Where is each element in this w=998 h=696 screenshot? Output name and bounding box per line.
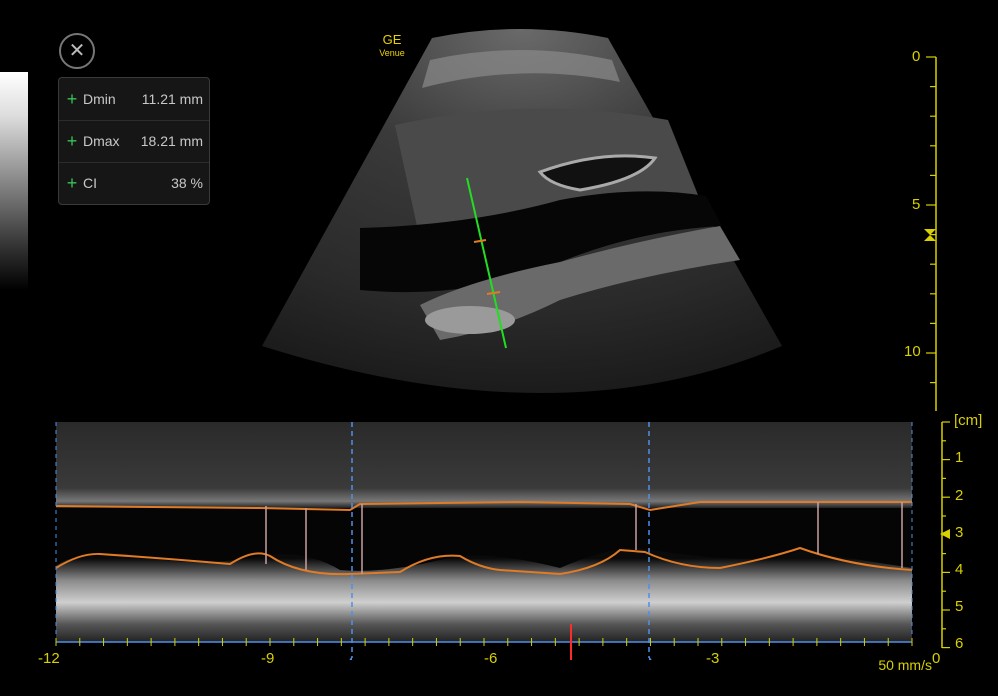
time-label-minus9: -9 bbox=[261, 650, 275, 667]
m-mode-strip[interactable] bbox=[0, 418, 998, 660]
sweep-speed-label: 50 mm/s bbox=[878, 657, 932, 673]
b-mode-image[interactable] bbox=[0, 0, 998, 420]
m-mode-label-5: 5 bbox=[955, 598, 964, 615]
depth-label-10: 10 bbox=[904, 343, 921, 360]
m-mode-label-2: 2 bbox=[955, 487, 964, 504]
depth-label-0: 0 bbox=[912, 48, 921, 65]
depth-label-5: 5 bbox=[912, 196, 921, 213]
m-mode-label-4: 4 bbox=[955, 561, 964, 578]
time-label-minus12: -12 bbox=[38, 650, 60, 667]
m-mode-label-1: 1 bbox=[955, 449, 964, 466]
time-label-minus3: -3 bbox=[706, 650, 720, 667]
time-label-0: 0 bbox=[932, 650, 941, 667]
m-mode-label-3: 3 bbox=[955, 524, 964, 541]
m-mode-label-6: 6 bbox=[955, 635, 964, 652]
m-mode-unit-label: [cm] bbox=[954, 412, 983, 429]
beat-marker-handle-icon bbox=[349, 656, 352, 660]
focus-marker-icon bbox=[924, 229, 936, 241]
beat-marker-handle-icon bbox=[649, 656, 652, 660]
focus-marker-icon bbox=[940, 529, 950, 539]
time-label-minus6: -6 bbox=[484, 650, 498, 667]
